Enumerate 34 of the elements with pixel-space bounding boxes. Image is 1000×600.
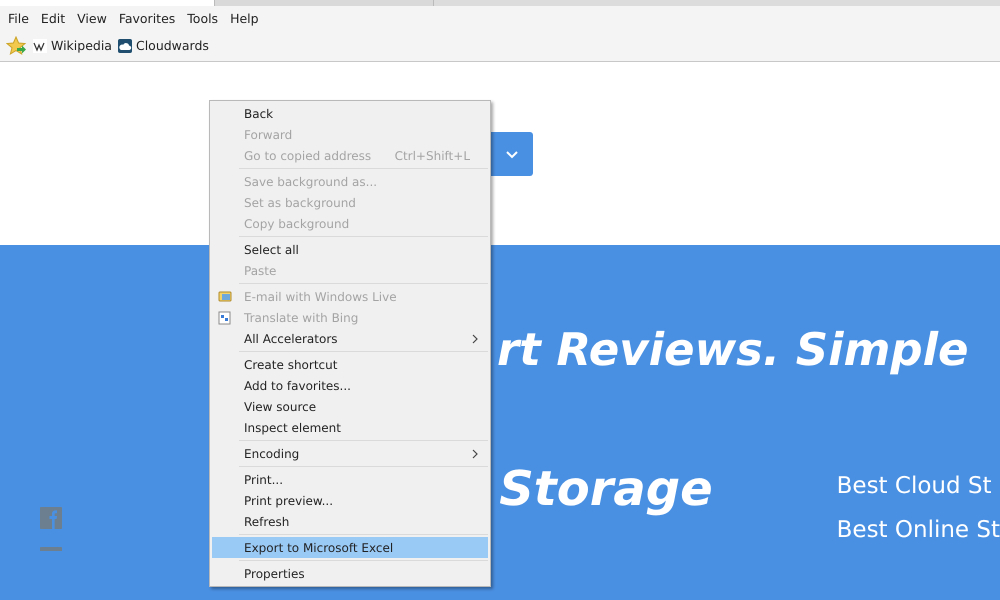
- menu-item[interactable]: Inspect element: [212, 417, 488, 438]
- menu-bar-item[interactable]: Help: [230, 10, 259, 26]
- favorites-star-icon[interactable]: [6, 36, 27, 56]
- menu-item[interactable]: Properties: [212, 563, 488, 584]
- menu-item[interactable]: View source: [212, 396, 488, 417]
- hero-heading: rt Reviews. Simple: [497, 323, 969, 377]
- menu-item[interactable]: Add to favorites...: [212, 375, 488, 396]
- menu-item[interactable]: Create shortcut: [212, 354, 488, 375]
- menu-bar-item[interactable]: Edit: [40, 10, 66, 26]
- menu-item[interactable]: Encoding: [212, 443, 488, 464]
- chevron-down-icon: [505, 150, 519, 158]
- favorites-link[interactable]: Wikipedia: [33, 38, 112, 53]
- menu-item[interactable]: Refresh: [212, 511, 488, 532]
- browser-tab[interactable]: [0, 0, 215, 6]
- menu-item[interactable]: Select all: [212, 239, 488, 260]
- wiki-w-icon: [33, 38, 47, 52]
- dropdown-button[interactable]: [491, 132, 533, 176]
- menu-bar-item[interactable]: File: [8, 10, 29, 26]
- shortcut-label: Ctrl+Shift+L: [394, 148, 470, 162]
- menu-item[interactable]: Print...: [212, 469, 488, 490]
- cloud-icon: [118, 38, 132, 52]
- menu-item[interactable]: Print preview...: [212, 490, 488, 511]
- chevron-right-icon: [472, 334, 478, 344]
- menu-item[interactable]: Back: [212, 103, 488, 124]
- chevron-right-icon: [472, 448, 478, 458]
- menu-bar-item[interactable]: View: [77, 10, 107, 26]
- menu-item[interactable]: Export to Microsoft Excel: [212, 537, 488, 558]
- section-heading: Storage: [499, 465, 714, 513]
- menu-item[interactable]: All Accelerators: [212, 328, 488, 349]
- menu-bar-item[interactable]: Tools: [187, 10, 218, 26]
- translate-icon: [218, 311, 231, 325]
- mail-icon: [218, 290, 232, 303]
- menu-bar-item[interactable]: Favorites: [118, 10, 176, 26]
- favorites-link[interactable]: Cloudwards: [118, 38, 209, 53]
